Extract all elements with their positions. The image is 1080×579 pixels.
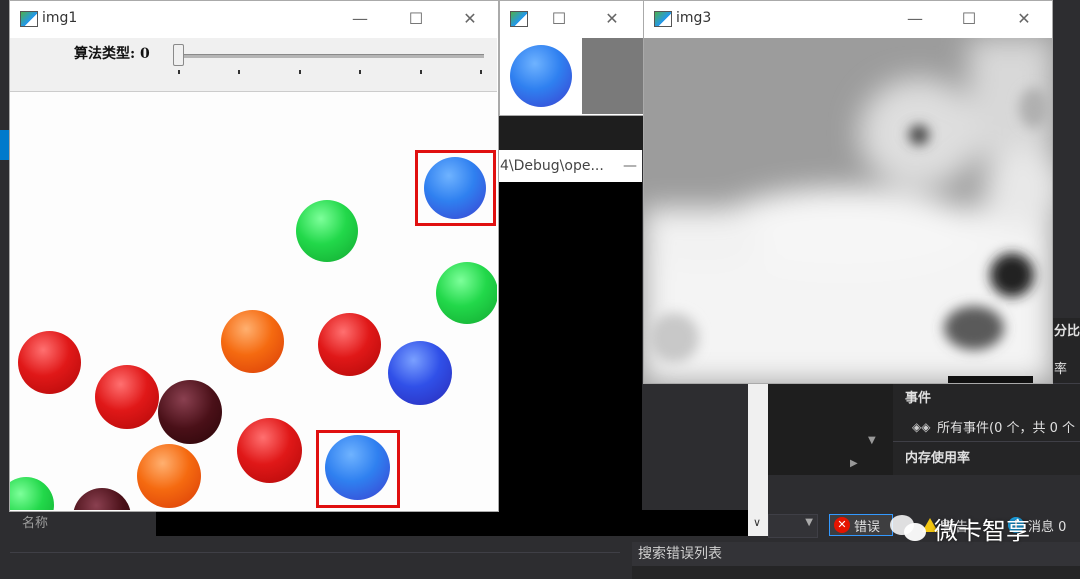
rate-partial-label: 率 bbox=[1054, 362, 1068, 377]
img3-title: img3 bbox=[676, 10, 712, 26]
brown-candy bbox=[73, 488, 131, 510]
red-candy bbox=[237, 418, 302, 483]
opencv-window-icon bbox=[20, 11, 38, 27]
ide-top-right-area bbox=[1052, 38, 1080, 318]
img2-close-button[interactable]: ✕ bbox=[598, 7, 626, 31]
img3-close-button[interactable]: ✕ bbox=[1010, 7, 1038, 31]
ide-gap bbox=[497, 116, 644, 150]
events-header: 事件 bbox=[905, 391, 932, 406]
console-minimize-button[interactable]: — bbox=[623, 150, 637, 182]
detection-box bbox=[415, 150, 496, 226]
errors-filter-button[interactable]: ✕ 错误 bbox=[829, 514, 893, 536]
ide-middle-pane bbox=[760, 380, 893, 475]
memory-usage-header: 内存使用率 bbox=[905, 451, 971, 466]
trackbar-tick bbox=[480, 70, 482, 74]
img2-titlebar[interactable]: ☐ ✕ bbox=[500, 1, 643, 37]
events-icon: ◈◈ bbox=[912, 420, 931, 434]
orange-candy bbox=[137, 444, 201, 508]
percent-partial-label: 分比 bbox=[1054, 324, 1080, 339]
red-candy bbox=[318, 313, 381, 376]
detection-box bbox=[316, 430, 400, 508]
chevron-down-icon: ▼ bbox=[805, 517, 813, 528]
scope-dropdown[interactable]: ▼ bbox=[768, 514, 818, 538]
img1-titlebar[interactable]: img1 — ☐ ✕ bbox=[10, 1, 498, 37]
wechat-icon bbox=[890, 513, 928, 543]
img1-close-button[interactable]: ✕ bbox=[456, 7, 484, 31]
console-window bbox=[497, 150, 642, 536]
img3-minimize-button[interactable]: — bbox=[901, 7, 929, 31]
img1-canvas bbox=[10, 92, 497, 510]
trackbar-tick bbox=[420, 70, 422, 74]
trackbar-tick bbox=[238, 70, 240, 74]
red-candy bbox=[18, 331, 81, 394]
img3-titlebar[interactable]: img3 — ☐ ✕ bbox=[644, 1, 1052, 37]
watermark-text: 微卡智享 bbox=[934, 516, 1030, 545]
trackbar-track[interactable] bbox=[178, 54, 484, 58]
divider bbox=[10, 552, 620, 553]
img1-maximize-button[interactable]: ☐ bbox=[402, 7, 430, 31]
green-candy bbox=[436, 262, 497, 324]
all-events-item[interactable]: 所有事件(0 个，共 0 个 bbox=[937, 417, 1075, 436]
console-body bbox=[156, 510, 756, 536]
green-candy bbox=[296, 200, 358, 262]
console-title: 4\Debug\ope... — bbox=[497, 150, 642, 182]
chevron-down-icon[interactable]: ∨ bbox=[753, 516, 761, 529]
divider bbox=[893, 441, 1080, 442]
img1-minimize-button[interactable]: — bbox=[346, 7, 374, 31]
console-title-text: 4\Debug\ope... bbox=[500, 158, 604, 174]
messages-label: 消息 0 bbox=[1028, 519, 1067, 535]
trackbar-thumb[interactable] bbox=[173, 44, 184, 66]
img1-title: img1 bbox=[42, 10, 78, 26]
errors-label: 错误 bbox=[854, 519, 881, 535]
blue-candy bbox=[388, 341, 452, 405]
img2-canvas bbox=[500, 38, 643, 114]
img3-canvas bbox=[644, 38, 1052, 383]
opencv-window-icon bbox=[510, 11, 528, 27]
error-icon: ✕ bbox=[834, 517, 850, 533]
img2-maximize-button[interactable]: ☐ bbox=[545, 7, 573, 31]
green-candy bbox=[10, 477, 54, 510]
brown-candy bbox=[158, 380, 222, 444]
scroll-right-arrow-icon[interactable]: ▶ bbox=[850, 458, 858, 469]
img3-maximize-button[interactable]: ☐ bbox=[955, 7, 983, 31]
watermark: 微卡智享 bbox=[890, 508, 1030, 548]
scroll-down-arrow-icon[interactable]: ▼ bbox=[868, 435, 876, 446]
distance-transform-image bbox=[644, 38, 1052, 383]
trackbar-label: 算法类型: 0 bbox=[74, 46, 150, 62]
opencv-window-icon bbox=[654, 11, 672, 27]
name-column-header: 名称 bbox=[22, 516, 49, 531]
red-candy bbox=[95, 365, 159, 429]
trackbar-tick bbox=[299, 70, 301, 74]
trackbar-tick bbox=[359, 70, 361, 74]
orange-candy bbox=[221, 310, 284, 373]
error-list-column-header bbox=[632, 566, 1080, 579]
blue-candy bbox=[510, 45, 572, 107]
trackbar-tick bbox=[178, 70, 180, 74]
